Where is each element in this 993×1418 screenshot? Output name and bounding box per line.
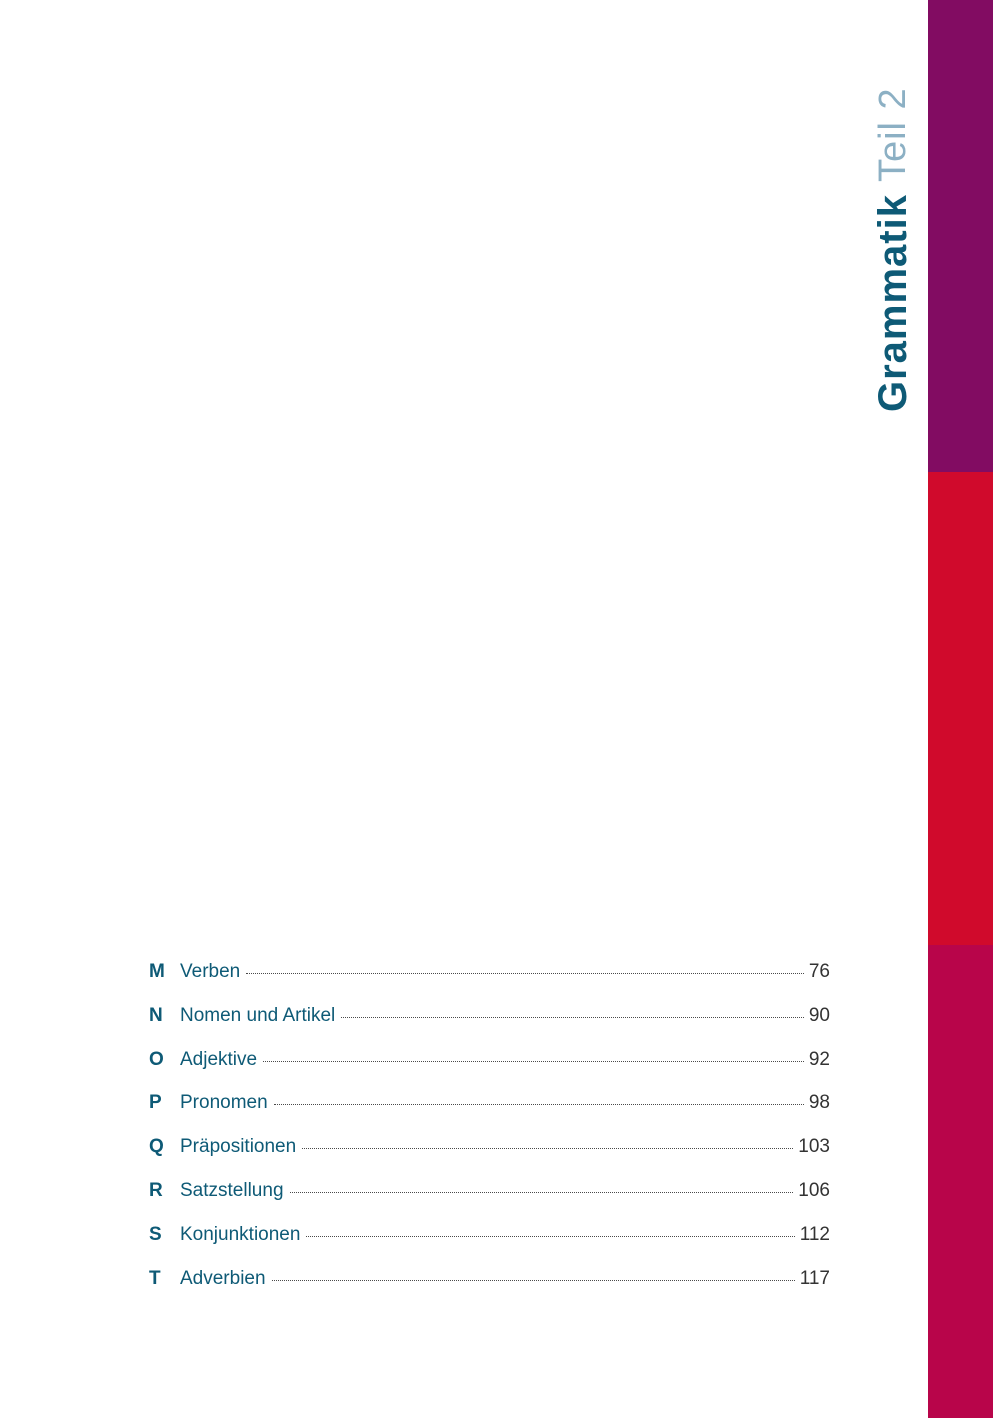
toc-dot-leader <box>289 1191 794 1193</box>
toc-page-number: 98 <box>808 1092 830 1114</box>
toc-dot-leader <box>246 973 804 974</box>
toc-dot-leader <box>341 1016 804 1018</box>
toc-dot-leader <box>306 1235 795 1237</box>
toc-title: Verben <box>180 961 241 982</box>
toc-title: Adjektive <box>180 1048 258 1070</box>
toc-dot-leader <box>263 1060 804 1062</box>
toc-letter: O <box>149 1048 164 1070</box>
toc-entry-konjunktionen[interactable]: S Konjunktionen 112 <box>149 1221 830 1265</box>
toc-entry-nomen-und-artikel[interactable]: N Nomen und Artikel 90 <box>149 1002 830 1046</box>
toc-entry-adverbien[interactable]: T Adverbien 117 <box>149 1265 830 1309</box>
toc-dot-leader <box>271 1279 795 1281</box>
toc-dot-leader <box>273 1104 804 1106</box>
toc-title: Nomen und Artikel <box>180 1004 336 1026</box>
toc-letter: T <box>149 1267 161 1289</box>
toc-title: Präpositionen <box>180 1136 297 1158</box>
toc-dot-leader <box>302 1148 794 1150</box>
toc-entry-adjektive[interactable]: O Adjektive 92 <box>149 1046 830 1090</box>
toc-title: Konjunktionen <box>180 1223 301 1245</box>
toc-page-number: 106 <box>798 1179 830 1201</box>
table-of-contents: M Verben 76 N Nomen und Artikel 90 O Adj… <box>149 958 830 1308</box>
toc-page-number: 103 <box>798 1136 830 1158</box>
toc-letter: P <box>149 1092 162 1114</box>
toc-page-number: 112 <box>799 1223 830 1245</box>
toc-title: Adverbien <box>180 1267 266 1289</box>
toc-entry-praepositionen[interactable]: Q Präpositionen 103 <box>149 1133 830 1177</box>
toc-letter: M <box>149 961 165 982</box>
toc-letter: S <box>149 1223 162 1245</box>
toc-title: Satzstellung <box>180 1179 284 1201</box>
chapter-part-label: Teil 2 <box>872 87 914 183</box>
toc-page-number: 90 <box>808 1004 830 1026</box>
toc-letter: R <box>149 1179 163 1201</box>
toc-page-number: 117 <box>799 1267 830 1289</box>
toc-title: Pronomen <box>180 1092 268 1114</box>
toc-entry-satzstellung[interactable]: R Satzstellung 106 <box>149 1177 830 1221</box>
chapter-name: Grammatik <box>871 194 915 412</box>
toc-page-number: 92 <box>808 1048 830 1070</box>
side-tab-crimson <box>928 945 993 1418</box>
side-tab-purple <box>928 0 993 472</box>
toc-page-number: 76 <box>808 961 830 982</box>
chapter-title: Teil 2 Grammatik <box>871 82 915 412</box>
toc-letter: N <box>149 1004 163 1026</box>
side-tab-red <box>928 472 993 945</box>
toc-letter: Q <box>149 1136 164 1158</box>
toc-entry-verben[interactable]: M Verben 76 <box>149 958 830 1002</box>
toc-entry-pronomen[interactable]: P Pronomen 98 <box>149 1089 830 1133</box>
